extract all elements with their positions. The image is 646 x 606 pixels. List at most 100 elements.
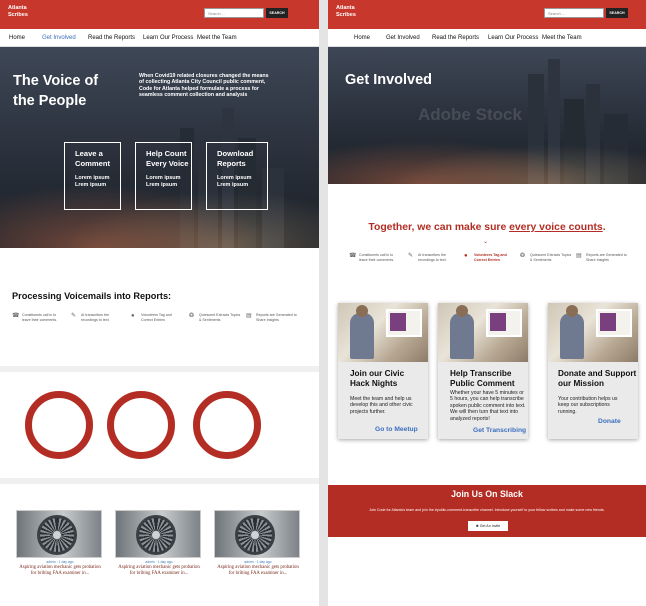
hero-title: The Voice of the People bbox=[13, 71, 98, 111]
document-icon: ▤ bbox=[576, 253, 582, 259]
search-button[interactable]: SEARCH bbox=[266, 8, 288, 18]
step-text: Constituents call in to leave their comm… bbox=[22, 313, 58, 322]
step-text: AI transcribes the recordings to text. bbox=[81, 313, 110, 322]
meetup-link[interactable]: Go to Meetup bbox=[375, 426, 418, 433]
city-lights bbox=[328, 129, 646, 184]
logo-line: Atlanta bbox=[8, 5, 27, 11]
nav-item-reports[interactable]: Read the Reports bbox=[432, 33, 479, 43]
card-title: Join our Civic Hack Nights bbox=[350, 369, 405, 388]
nav-item-process[interactable]: Learn Our Process bbox=[488, 33, 538, 43]
turbine-hub bbox=[53, 531, 61, 539]
nav-item-reports[interactable]: Read the Reports bbox=[88, 33, 135, 43]
news-thumbnail bbox=[214, 510, 300, 558]
process-step: ☎ Constituents call in to leave their com… bbox=[12, 313, 62, 322]
news-card[interactable]: admin · 1 day ago Aspiring aviation mech… bbox=[16, 510, 104, 577]
slack-invite-button[interactable]: ✱ Get An Invite bbox=[468, 521, 508, 531]
brain-icon: ❂ bbox=[189, 313, 195, 319]
users-icon: ● bbox=[131, 313, 135, 319]
progress-ring bbox=[107, 391, 175, 459]
nav-item-get-involved[interactable]: Get Involved bbox=[386, 33, 420, 43]
hero-title-line: The Voice of bbox=[13, 73, 99, 89]
step-text: Quiescent Extracts Topics & Sentiments bbox=[530, 253, 572, 262]
transcribe-link[interactable]: Get Transcribing bbox=[473, 427, 526, 434]
card-body: Your contribution helps us keep our subs… bbox=[558, 396, 618, 415]
card-text: Lrem ipsum bbox=[146, 181, 178, 188]
process-step: ❂ Quiescent Extracts Topics & Sentiments bbox=[189, 313, 241, 322]
transcribe-card[interactable]: Help Transcribe Public Comment Whether y… bbox=[438, 303, 528, 439]
document-icon: ▤ bbox=[246, 313, 252, 319]
section-divider bbox=[0, 366, 319, 372]
nav-item-get-involved[interactable]: Get Involved bbox=[42, 33, 76, 43]
leave-comment-card[interactable]: Leave a Comment Lorem ipsum Lrem ipsum bbox=[64, 142, 121, 210]
main-nav: Home Get Involved Read the Reports Learn… bbox=[0, 29, 319, 47]
stock-watermark: Adobe Stock bbox=[418, 105, 522, 124]
photo-head bbox=[456, 305, 468, 317]
news-card[interactable]: admin · 1 day ago Aspiring aviation mech… bbox=[115, 510, 203, 577]
chevron-down-icon[interactable]: ⌄ bbox=[483, 238, 488, 245]
get-involved-page-screenshot: Atlanta Scribes Search ... SEARCH Home G… bbox=[328, 0, 646, 606]
photo-poster bbox=[600, 313, 616, 331]
search-input[interactable]: Search ... bbox=[544, 8, 604, 18]
card-title: Leave a Comment bbox=[75, 149, 111, 168]
step-text: Volunteers Tag and Correct Entries bbox=[474, 253, 507, 262]
site-logo[interactable]: Atlanta Scribes bbox=[8, 5, 48, 19]
hero-banner: Adobe Stock Get Involved bbox=[328, 47, 646, 184]
nav-item-process[interactable]: Learn Our Process bbox=[143, 33, 193, 43]
search-input[interactable]: Search ... bbox=[204, 8, 264, 18]
process-step: ✎ AI transcribes the recordings to text. bbox=[71, 313, 121, 322]
step-text: Quiescent Extracts Topics & Sentiments bbox=[199, 313, 241, 322]
top-bar: Atlanta Scribes Search ... SEARCH bbox=[328, 0, 646, 29]
process-step: ▤ Reports are Generated to Share Insights bbox=[576, 253, 628, 262]
news-meta: admin · 1 day ago bbox=[46, 560, 74, 564]
hero-title: Get Involved bbox=[345, 72, 433, 88]
photo-person bbox=[350, 313, 374, 359]
section-divider bbox=[0, 478, 319, 484]
nav-item-home[interactable]: Home bbox=[9, 33, 25, 43]
nav-item-team[interactable]: Meet the Team bbox=[542, 33, 582, 43]
news-title[interactable]: Aspiring aviation mechanic gets probatio… bbox=[16, 565, 104, 577]
tagline-text: . bbox=[602, 222, 606, 233]
card-text: Lrem ipsum bbox=[217, 181, 249, 188]
brain-icon: ❂ bbox=[520, 253, 526, 259]
search-button[interactable]: SEARCH bbox=[606, 8, 628, 18]
users-icon: ● bbox=[464, 253, 468, 259]
process-step: ▤ Reports are Generated to Share Insights bbox=[246, 313, 298, 322]
hack-night-card[interactable]: Join our Civic Hack Nights Meet the team… bbox=[338, 303, 428, 439]
progress-ring bbox=[193, 391, 261, 459]
donate-card[interactable]: Donate and Support our Mission Your cont… bbox=[548, 303, 638, 439]
news-thumbnail bbox=[16, 510, 102, 558]
news-title[interactable]: Aspiring aviation mechanic gets probatio… bbox=[115, 565, 203, 577]
news-card[interactable]: admin · 1 day ago Aspiring aviation mech… bbox=[214, 510, 302, 577]
volunteer-photo bbox=[338, 303, 428, 362]
phone-icon: ☎ bbox=[349, 253, 357, 259]
process-title: Processing Voicemails into Reports: bbox=[12, 291, 172, 301]
count-voice-card[interactable]: Help Count Every Voice Lorem ipsum Lrem … bbox=[135, 142, 192, 210]
process-step-active: ● Volunteers Tag and Correct Entries bbox=[464, 253, 514, 262]
step-text: AI transcribes the recordings to text. bbox=[418, 253, 447, 262]
card-text: Lorem ipsum bbox=[146, 175, 181, 181]
process-step: ✎ AI transcribes the recordings to text. bbox=[408, 253, 458, 262]
process-step: ☎ Constituents call in to leave their com… bbox=[349, 253, 401, 262]
progress-ring bbox=[25, 391, 93, 459]
tagline: Together, we can make sure every voice c… bbox=[328, 222, 646, 233]
card-title: Donate and Support our Mission bbox=[558, 369, 637, 388]
card-title: Help Transcribe Public Comment bbox=[450, 369, 515, 388]
donate-link[interactable]: Donate bbox=[598, 418, 621, 425]
home-page-screenshot: Atlanta Scribes Search ... SEARCH Home G… bbox=[0, 0, 319, 606]
news-thumbnail bbox=[115, 510, 201, 558]
news-title[interactable]: Aspiring aviation mechanic gets probatio… bbox=[214, 565, 302, 577]
site-logo[interactable]: Atlanta Scribes bbox=[336, 5, 376, 19]
edit-icon: ✎ bbox=[71, 313, 77, 319]
logo-line: Scribes bbox=[8, 12, 28, 18]
card-body: Whether your have 5 minutes or 5 hours, … bbox=[450, 390, 526, 422]
card-text: Lorem ipsum bbox=[75, 175, 110, 181]
photo-person bbox=[560, 313, 584, 359]
nav-item-home[interactable]: Home bbox=[354, 33, 370, 43]
download-reports-card[interactable]: Download Reports Lorem ipsum Lrem ipsum bbox=[206, 142, 268, 210]
edit-icon: ✎ bbox=[408, 253, 414, 259]
step-text: Reports are Generated to Share Insights bbox=[256, 313, 297, 322]
slack-banner: Join Us On Slack Join Code for Atlanta's… bbox=[328, 485, 646, 537]
card-text: Lrem ipsum bbox=[75, 181, 107, 188]
nav-item-team[interactable]: Meet the Team bbox=[197, 33, 237, 43]
top-bar: Atlanta Scribes Search ... SEARCH bbox=[0, 0, 319, 29]
